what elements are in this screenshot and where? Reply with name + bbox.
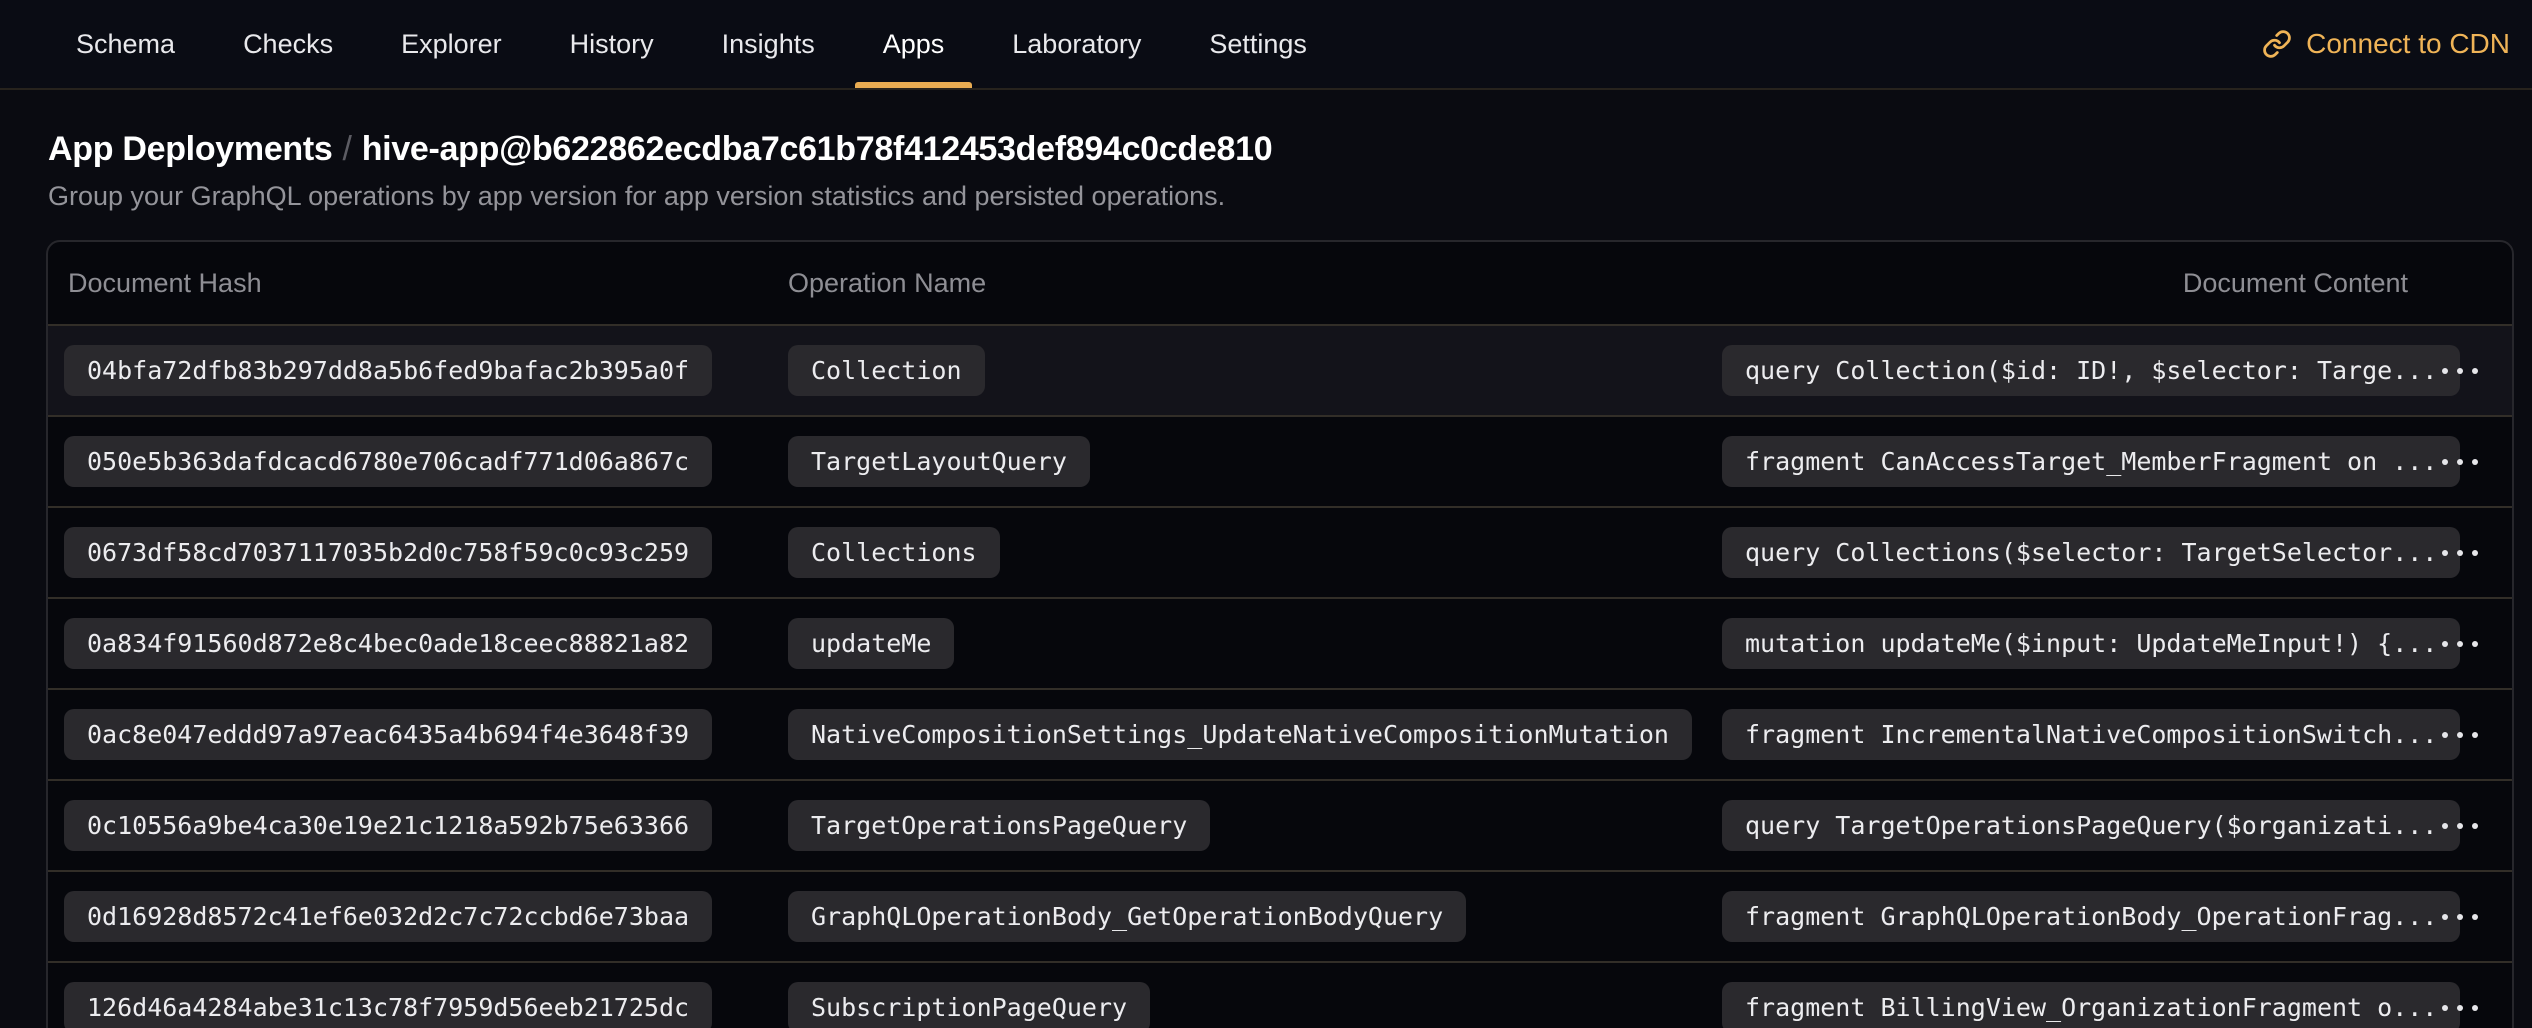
page-header: App Deployments/hive-app@b622862ecdba7c6… — [0, 90, 2532, 212]
document-content: query TargetOperationsPageQuery($organiz… — [1722, 800, 2460, 851]
tab-settings[interactable]: Settings — [1175, 0, 1341, 88]
row-menu-button[interactable] — [2424, 434, 2496, 490]
top-nav: Schema Checks Explorer History Insights … — [0, 0, 2532, 90]
table-row: 0ac8e047eddd97a97eac6435a4b694f4e3648f39… — [48, 688, 2512, 779]
document-hash: 0a834f91560d872e8c4bec0ade18ceec88821a82 — [64, 618, 712, 669]
row-menu-button[interactable] — [2424, 798, 2496, 854]
app-deployment-detail-page: App Deployments/hive-app@b622862ecdba7c6… — [0, 90, 2532, 1028]
document-content: query Collection($id: ID!, $selector: Ta… — [1722, 345, 2460, 396]
table-row: 0d16928d8572c41ef6e032d2c7c72ccbd6e73baa… — [48, 870, 2512, 961]
table-row: 050e5b363dafdcacd6780e706cadf771d06a867c… — [48, 415, 2512, 506]
connect-to-cdn-button[interactable]: Connect to CDN — [2262, 0, 2510, 88]
column-header-document-content: Document Content — [1722, 268, 2408, 299]
page-subtitle: Group your GraphQL operations by app ver… — [48, 181, 2484, 212]
row-menu-button[interactable] — [2424, 525, 2496, 581]
document-content: fragment BillingView_OrganizationFragmen… — [1722, 982, 2460, 1028]
document-hash: 0d16928d8572c41ef6e032d2c7c72ccbd6e73baa — [64, 891, 712, 942]
row-menu-button[interactable] — [2424, 980, 2496, 1028]
ellipsis-icon — [2442, 550, 2478, 556]
operation-name: TargetLayoutQuery — [788, 436, 1090, 487]
ellipsis-icon — [2442, 914, 2478, 920]
tab-insights[interactable]: Insights — [688, 0, 849, 88]
tab-apps[interactable]: Apps — [849, 0, 979, 88]
document-content: query Collections($selector: TargetSelec… — [1722, 527, 2460, 578]
row-menu-button[interactable] — [2424, 616, 2496, 672]
table-row: 0c10556a9be4ca30e19e21c1218a592b75e63366… — [48, 779, 2512, 870]
operation-name: GraphQLOperationBody_GetOperationBodyQue… — [788, 891, 1466, 942]
tab-laboratory[interactable]: Laboratory — [978, 0, 1175, 88]
operation-name: Collection — [788, 345, 985, 396]
ellipsis-icon — [2442, 641, 2478, 647]
operation-name: NativeCompositionSettings_UpdateNativeCo… — [788, 709, 1692, 760]
operation-name: Collections — [788, 527, 1000, 578]
document-hash: 050e5b363dafdcacd6780e706cadf771d06a867c — [64, 436, 712, 487]
operation-name: TargetOperationsPageQuery — [788, 800, 1210, 851]
operation-name: updateMe — [788, 618, 954, 669]
nav-tabs: Schema Checks Explorer History Insights … — [42, 0, 1341, 88]
tab-history[interactable]: History — [536, 0, 688, 88]
table-body: 04bfa72dfb83b297dd8a5b6fed9bafac2b395a0f… — [48, 324, 2512, 1028]
ellipsis-icon — [2442, 1005, 2478, 1011]
document-hash: 04bfa72dfb83b297dd8a5b6fed9bafac2b395a0f — [64, 345, 712, 396]
row-menu-button[interactable] — [2424, 707, 2496, 763]
column-header-operation-name: Operation Name — [772, 268, 1722, 299]
column-header-document-hash: Document Hash — [48, 268, 772, 299]
row-menu-button[interactable] — [2424, 889, 2496, 945]
document-content: fragment GraphQLOperationBody_OperationF… — [1722, 891, 2460, 942]
tab-checks[interactable]: Checks — [209, 0, 367, 88]
tab-schema[interactable]: Schema — [42, 0, 209, 88]
ellipsis-icon — [2442, 368, 2478, 374]
row-menu-button[interactable] — [2424, 343, 2496, 399]
link-icon — [2262, 29, 2292, 59]
document-hash: 0673df58cd7037117035b2d0c758f59c0c93c259 — [64, 527, 712, 578]
breadcrumb: App Deployments/hive-app@b622862ecdba7c6… — [48, 130, 2484, 169]
document-hash: 0c10556a9be4ca30e19e21c1218a592b75e63366 — [64, 800, 712, 851]
deployed-documents-table: Document Hash Operation Name Document Co… — [46, 240, 2514, 1028]
table-row: 0673df58cd7037117035b2d0c758f59c0c93c259… — [48, 506, 2512, 597]
ellipsis-icon — [2442, 732, 2478, 738]
page-title-app-name: hive-app@b622862ecdba7c61b78f412453def89… — [362, 130, 1273, 168]
document-content: mutation updateMe($input: UpdateMeInput!… — [1722, 618, 2460, 669]
ellipsis-icon — [2442, 459, 2478, 465]
table-row: 0a834f91560d872e8c4bec0ade18ceec88821a82… — [48, 597, 2512, 688]
tab-explorer[interactable]: Explorer — [367, 0, 536, 88]
breadcrumb-app-deployments: App Deployments — [48, 130, 333, 168]
operation-name: SubscriptionPageQuery — [788, 982, 1150, 1028]
document-content: fragment CanAccessTarget_MemberFragment … — [1722, 436, 2460, 487]
document-hash: 126d46a4284abe31c13c78f7959d56eeb21725dc — [64, 982, 712, 1028]
breadcrumb-separator: / — [333, 130, 362, 168]
table-header-row: Document Hash Operation Name Document Co… — [48, 242, 2512, 324]
document-content: fragment IncrementalNativeCompositionSwi… — [1722, 709, 2460, 760]
table-row: 04bfa72dfb83b297dd8a5b6fed9bafac2b395a0f… — [48, 324, 2512, 415]
table-row: 126d46a4284abe31c13c78f7959d56eeb21725dc… — [48, 961, 2512, 1028]
connect-to-cdn-label: Connect to CDN — [2306, 28, 2510, 60]
ellipsis-icon — [2442, 823, 2478, 829]
document-hash: 0ac8e047eddd97a97eac6435a4b694f4e3648f39 — [64, 709, 712, 760]
